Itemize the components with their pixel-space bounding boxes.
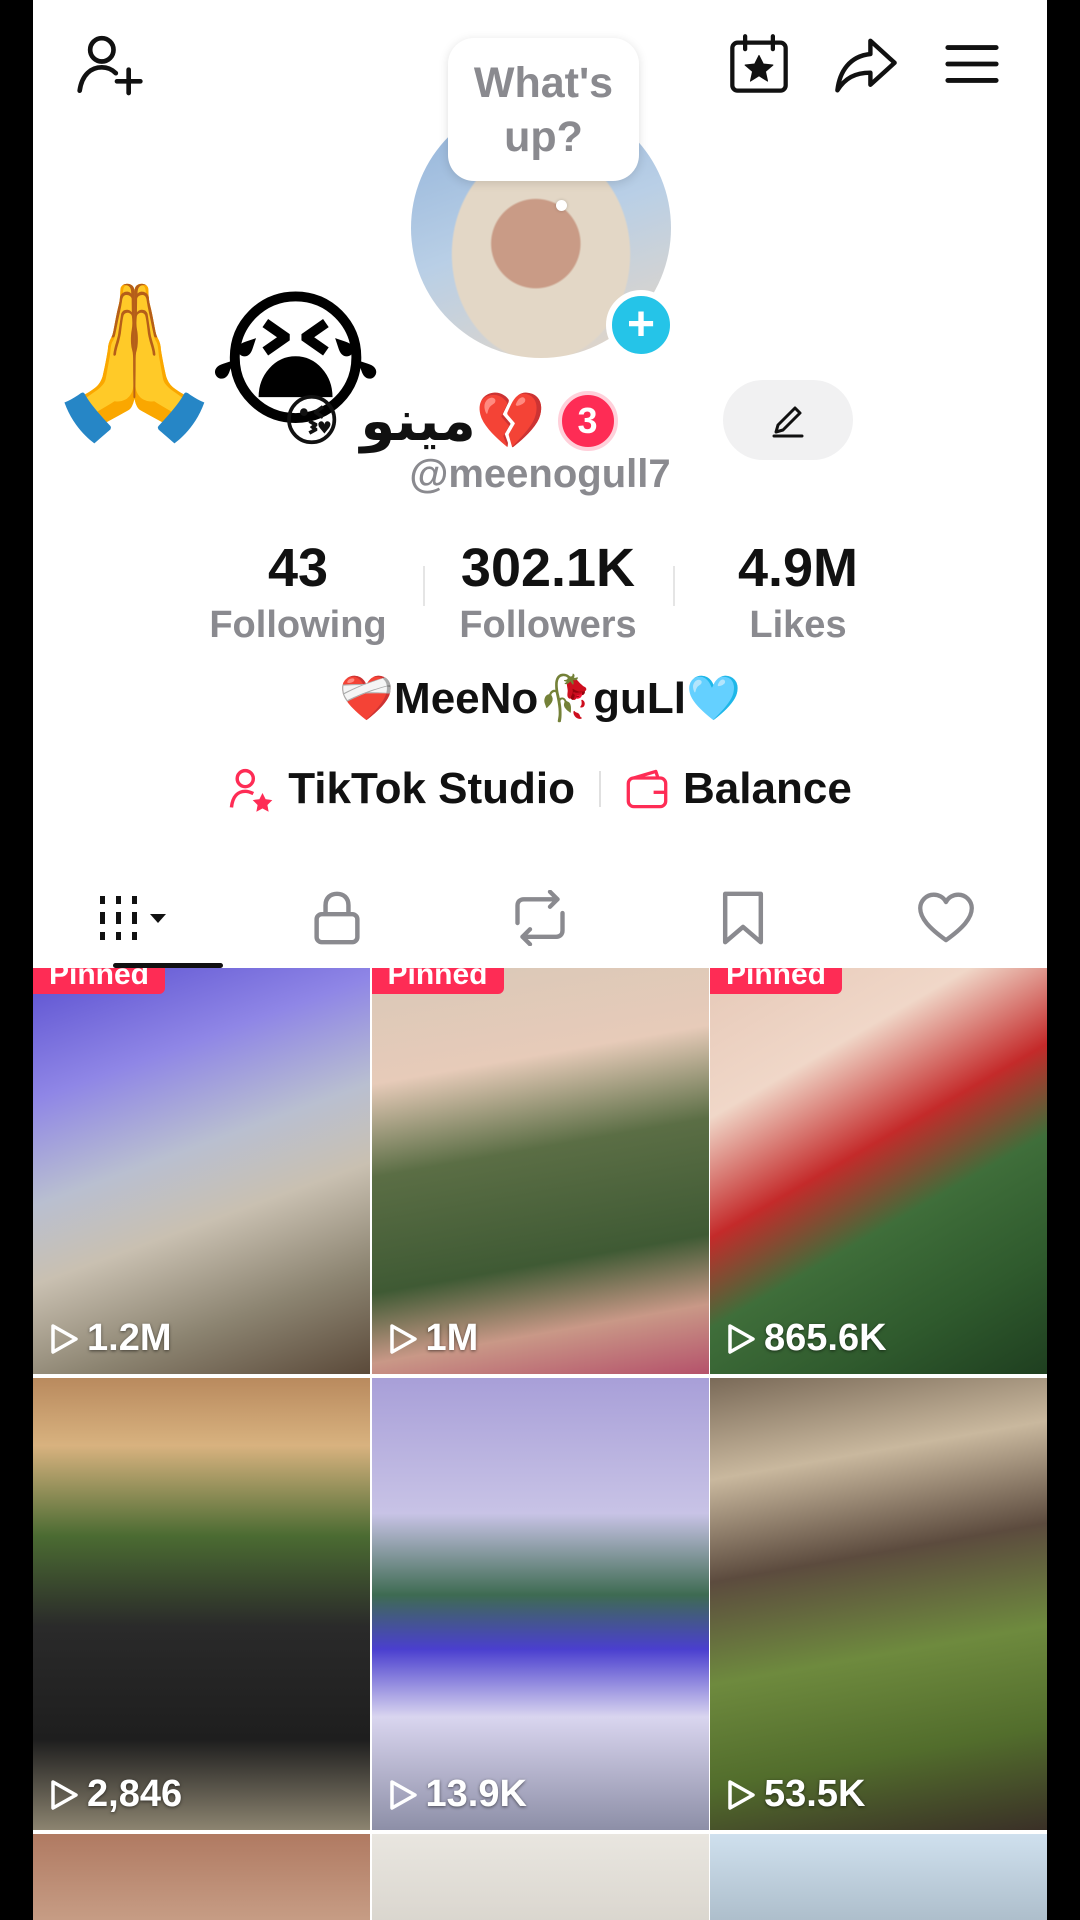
- tab-videos[interactable]: [33, 868, 236, 968]
- add-friend-icon[interactable]: [75, 30, 145, 100]
- profile-screen: What's up? + 🙏 😭 😘 مینو💔 3 @meenogull7 4…: [33, 0, 1047, 1920]
- stats-row: 43 Following 302.1K Followers 4.9M Likes: [173, 536, 923, 650]
- video-tile[interactable]: Pinned 1.2M: [33, 968, 370, 1374]
- view-count: 1M: [388, 1317, 479, 1360]
- view-count-text: 53.5K: [764, 1773, 866, 1815]
- video-grid: Pinned 1.2M Pinned 1M Pinned 865.6K 2,84: [33, 968, 1047, 1920]
- pinned-badge: Pinned: [371, 968, 504, 994]
- profile-bio: ❤️‍🩹MeeNo🥀guLl🩵: [339, 674, 741, 723]
- person-star-icon: [229, 768, 273, 812]
- video-tile[interactable]: [33, 1834, 370, 1920]
- username-handle: @meenogull7: [409, 452, 671, 496]
- hamburger-menu-icon[interactable]: [943, 38, 1001, 90]
- pinned-badge: Pinned: [33, 968, 166, 994]
- bookmark-icon: [722, 891, 763, 945]
- pinned-badge: Pinned: [710, 968, 843, 994]
- play-icon: [51, 1779, 78, 1810]
- bubble-tail: [556, 200, 567, 211]
- following-label: Following: [209, 604, 387, 646]
- video-tile[interactable]: 53.5K: [710, 1378, 1047, 1830]
- view-count-text: 1M: [425, 1317, 479, 1359]
- tab-reposts[interactable]: [439, 868, 642, 968]
- share-arrow-icon[interactable]: [833, 32, 899, 98]
- play-icon: [389, 1779, 417, 1810]
- videos-grid-icon: [100, 896, 167, 940]
- status-bubble-text: What's up?: [473, 58, 614, 161]
- notification-badge[interactable]: 3: [557, 391, 618, 451]
- video-tile[interactable]: [371, 1834, 709, 1920]
- tools-divider: [599, 771, 602, 807]
- edit-profile-button[interactable]: [723, 380, 853, 460]
- likes-label: Likes: [749, 604, 847, 646]
- add-avatar-button[interactable]: +: [606, 290, 676, 360]
- status-bubble[interactable]: What's up?: [448, 38, 639, 181]
- play-icon: [389, 1323, 417, 1354]
- view-count: 2,846: [49, 1773, 182, 1816]
- lock-icon: [314, 891, 360, 945]
- followers-label: Followers: [459, 604, 637, 646]
- followers-stat[interactable]: 302.1K Followers: [423, 536, 673, 650]
- view-count-text: 865.6K: [764, 1317, 887, 1359]
- heart-icon: [917, 892, 974, 943]
- calendar-star-icon[interactable]: [727, 32, 791, 96]
- tiktok-studio-label: TikTok Studio: [288, 764, 576, 813]
- balance-label: Balance: [683, 764, 852, 813]
- pencil-icon: [772, 406, 804, 438]
- tab-liked[interactable]: [844, 868, 1047, 968]
- video-tile[interactable]: Pinned 865.6K: [710, 968, 1047, 1374]
- view-count: 53.5K: [726, 1773, 865, 1816]
- following-stat[interactable]: 43 Following: [173, 536, 423, 650]
- video-tile[interactable]: Pinned 1M: [371, 968, 709, 1374]
- view-count-text: 2,846: [87, 1773, 183, 1815]
- tab-private[interactable]: [236, 868, 439, 968]
- tab-favorites[interactable]: [641, 868, 844, 968]
- view-count: 1.2M: [49, 1317, 171, 1360]
- view-count-text: 1.2M: [87, 1317, 172, 1359]
- likes-count: 4.9M: [737, 538, 859, 598]
- view-count-text: 13.9K: [425, 1773, 527, 1815]
- view-count: 865.6K: [726, 1317, 887, 1360]
- likes-stat[interactable]: 4.9M Likes: [673, 536, 923, 650]
- play-icon: [728, 1323, 755, 1354]
- video-tile[interactable]: [710, 1834, 1047, 1920]
- followers-count: 302.1K: [460, 538, 636, 598]
- content-tabs: [33, 868, 1047, 968]
- tiktok-studio-button[interactable]: TikTok Studio: [228, 764, 575, 814]
- play-icon: [728, 1779, 755, 1810]
- play-icon: [51, 1323, 78, 1354]
- view-count: 13.9K: [388, 1773, 527, 1816]
- creator-tools: TikTok Studio Balance: [33, 764, 1047, 814]
- wallet-icon: [626, 769, 668, 809]
- video-tile[interactable]: 13.9K: [371, 1378, 709, 1830]
- profile-name: 😘 مینو💔: [282, 389, 546, 454]
- repost-icon: [515, 890, 565, 946]
- video-tile[interactable]: 2,846: [33, 1378, 370, 1830]
- following-count: 43: [267, 538, 329, 598]
- balance-button[interactable]: Balance: [625, 764, 852, 814]
